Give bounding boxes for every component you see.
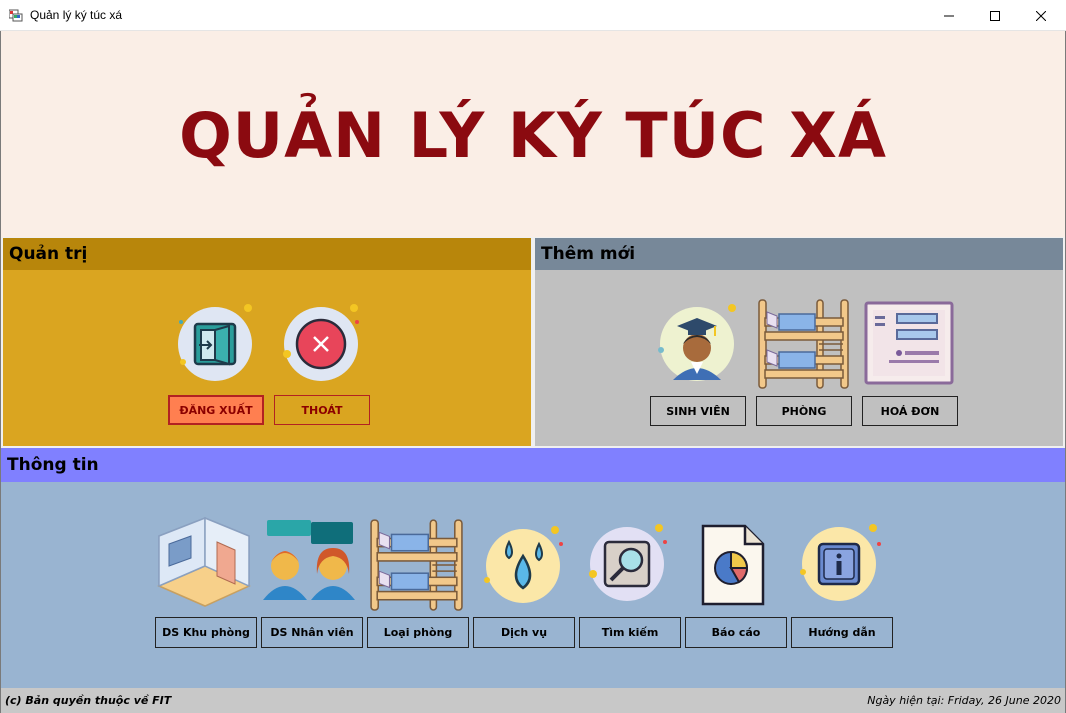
minimize-icon <box>944 15 954 16</box>
add-new-panel-heading: Thêm mới <box>535 238 1063 270</box>
logout-door-icon <box>178 304 252 381</box>
report-button[interactable]: Báo cáo <box>685 617 787 648</box>
search-magnifier-icon <box>589 524 667 601</box>
graduate-student-icon <box>658 304 736 381</box>
close-button[interactable] <box>1018 0 1064 31</box>
room-area-list-button[interactable]: DS Khu phòng <box>155 617 257 648</box>
search-button[interactable]: Tìm kiếm <box>579 617 681 648</box>
admin-panel: Quản trị ĐĂNG XUẤT THOÁT <box>3 238 531 446</box>
maximize-icon <box>990 10 1000 21</box>
add-room-button[interactable]: PHÒNG <box>756 396 852 426</box>
staff-people-icon <box>263 520 355 600</box>
logout-button[interactable]: ĐĂNG XUẤT <box>168 395 264 425</box>
window-title: Quản lý ký túc xá <box>30 8 123 22</box>
copyright-text: (c) Bản quyền thuộc về FIT <box>5 694 172 707</box>
status-bar: (c) Bản quyền thuộc về FIT Ngày hiện tại… <box>1 688 1065 713</box>
invoice-icon <box>864 301 954 385</box>
minimize-button[interactable] <box>926 0 972 31</box>
add-invoice-button[interactable]: HOÁ ĐƠN <box>862 396 958 426</box>
exit-x-icon <box>283 304 359 381</box>
help-button[interactable]: Hướng dẫn <box>791 617 893 648</box>
report-pie-icon <box>701 524 765 606</box>
maximize-button[interactable] <box>972 0 1018 31</box>
info-panel-heading: Thông tin <box>1 448 1065 482</box>
title-bar: Quản lý ký túc xá <box>0 0 1066 31</box>
exit-button[interactable]: THOÁT <box>274 395 370 425</box>
add-student-button[interactable]: SINH VIÊN <box>650 396 746 426</box>
room-type-button[interactable]: Loại phòng <box>367 617 469 648</box>
bunk-bed-icon <box>758 299 849 389</box>
current-date-text: Ngày hiện tại: Friday, 26 June 2020 <box>867 694 1061 707</box>
add-new-panel: Thêm mới SINH VIÊN PHÒNG HOÁ ĐƠN <box>535 238 1063 446</box>
admin-panel-heading: Quản trị <box>3 238 531 270</box>
bunk-bed-icon <box>370 519 463 611</box>
services-button[interactable]: Dịch vụ <box>473 617 575 648</box>
water-drops-icon <box>484 526 563 603</box>
app-icon <box>9 9 23 22</box>
info-panel: Thông tin DS Khu phòng DS Nhân viên Loại… <box>1 448 1065 688</box>
app-main-title: QUẢN LÝ KÝ TÚC XÁ <box>179 99 887 172</box>
info-icon <box>800 524 881 601</box>
header-banner: QUẢN LÝ KÝ TÚC XÁ <box>1 31 1065 237</box>
close-icon <box>1036 10 1046 21</box>
room-area-icon <box>157 516 251 607</box>
staff-list-button[interactable]: DS Nhân viên <box>261 617 363 648</box>
